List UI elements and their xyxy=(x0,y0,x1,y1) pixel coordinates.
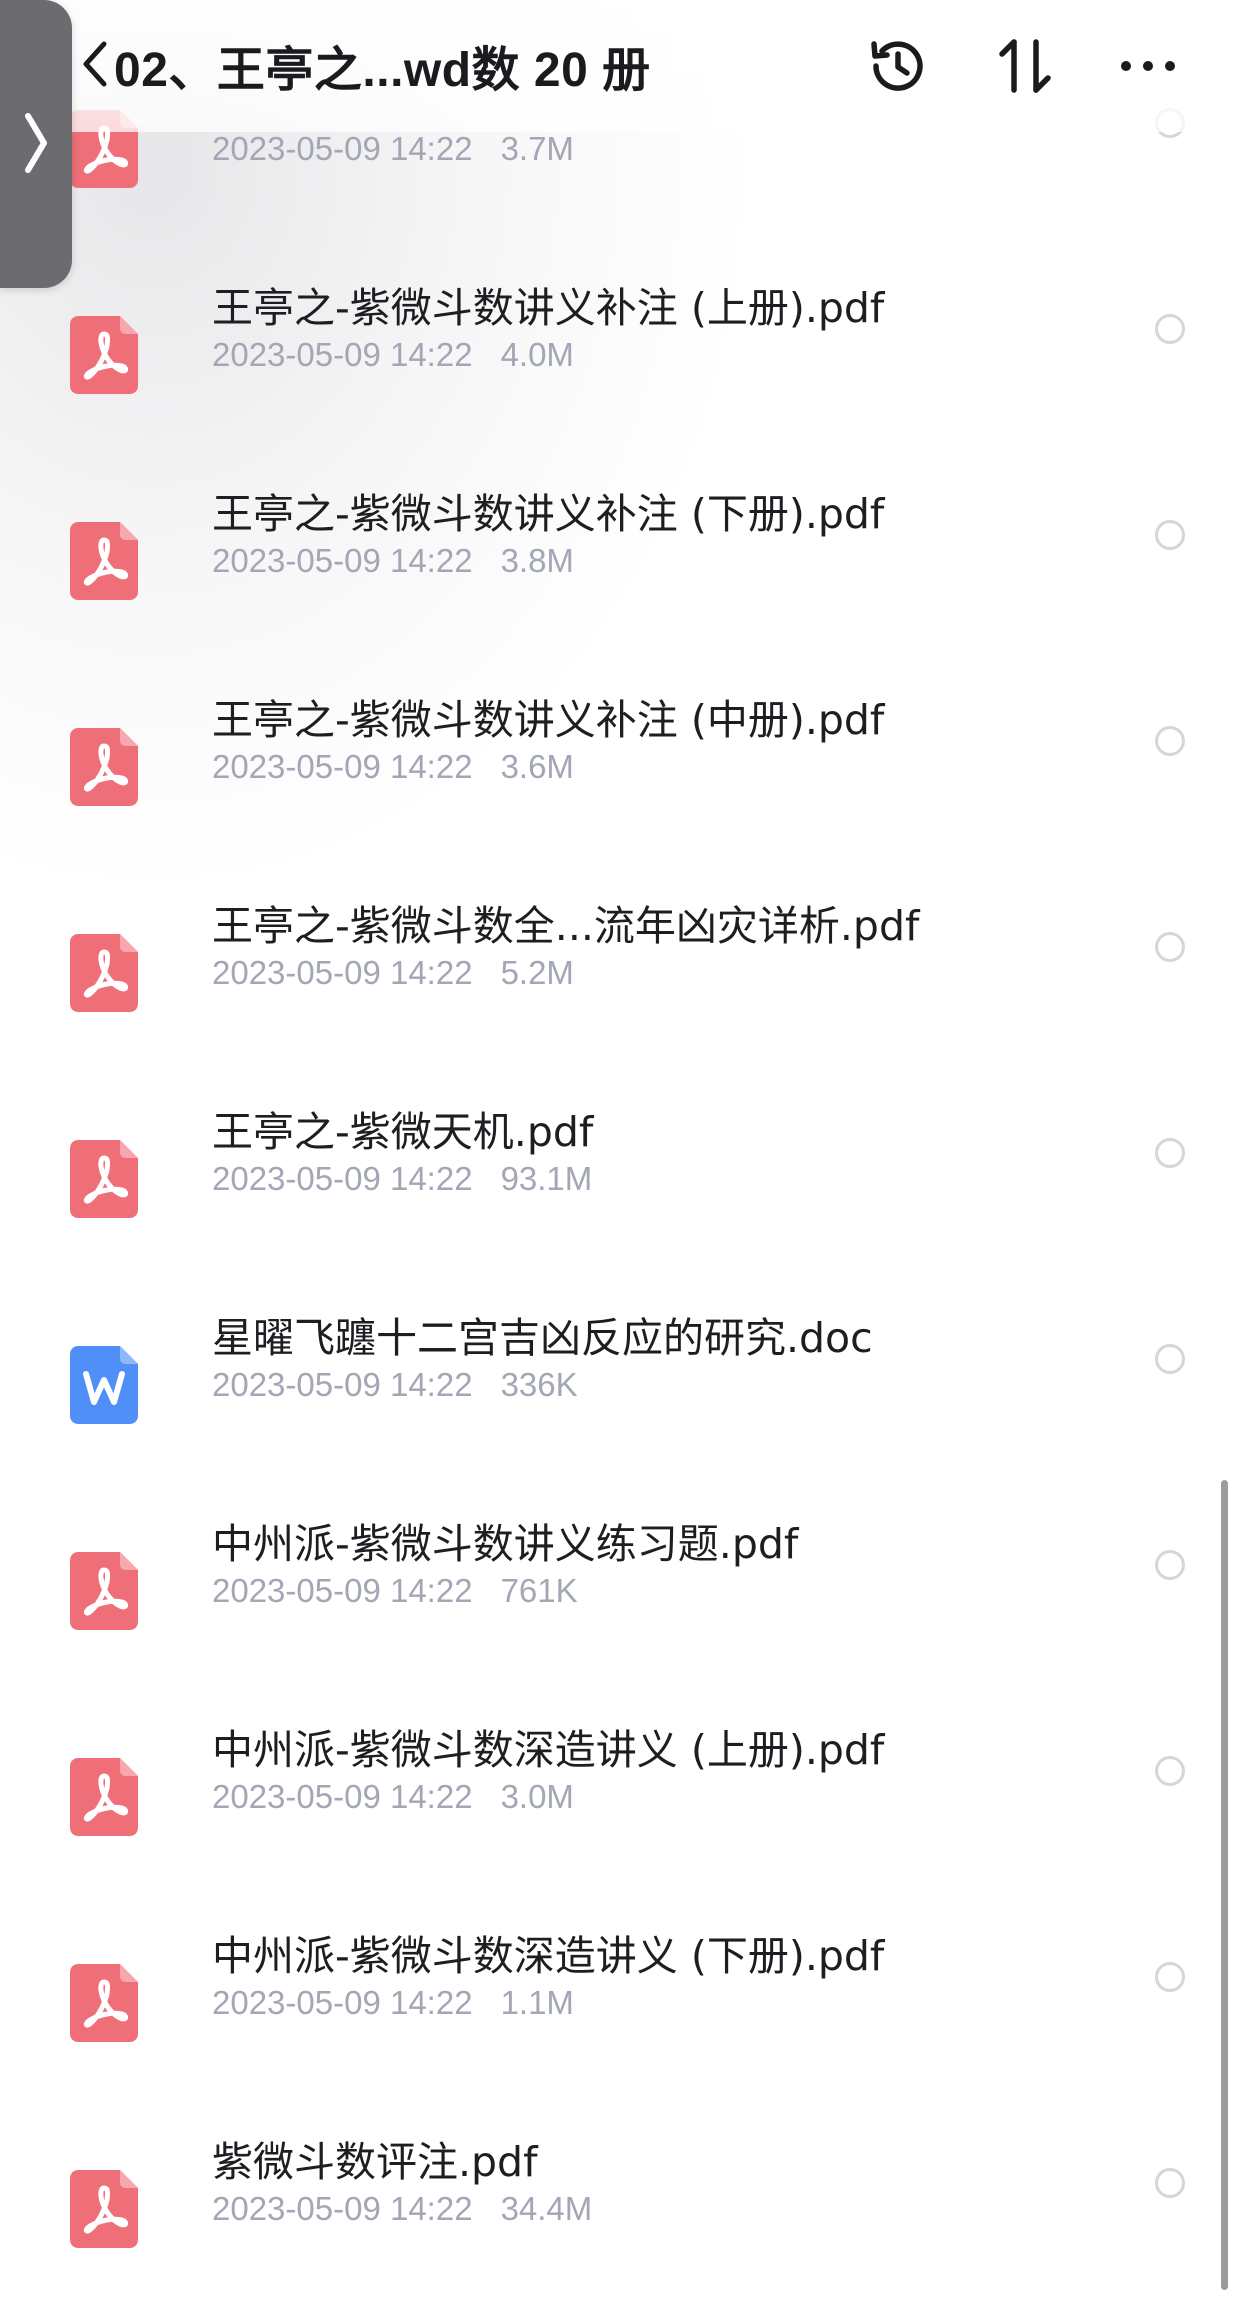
top-bar: 02、王亭之...wd数 20 册 xyxy=(0,0,1242,132)
file-meta: 2023-05-09 14:22 336K xyxy=(212,1366,578,1404)
file-name: 王亭之-紫微天机.pdf xyxy=(212,1108,594,1156)
file-meta: 2023-05-09 14:22 3.8M xyxy=(212,542,574,580)
file-name: 王亭之-紫微斗数全...流年凶灾详析.pdf xyxy=(212,902,920,950)
file-name: 星曜飞躔十二宫吉凶反应的研究.doc xyxy=(212,1314,873,1362)
select-radio[interactable] xyxy=(1155,932,1185,962)
file-date: 2023-05-09 14:22 xyxy=(212,130,473,167)
file-size: 3.7M xyxy=(500,130,574,167)
pdf-file-icon xyxy=(70,1140,138,1218)
file-date: 2023-05-09 14:22 xyxy=(212,1366,473,1403)
file-browser-screen: 2023-05-09 14:22 3.7M 王亭之-紫微斗数讲义补注 (上册).pd… xyxy=(0,0,1242,2304)
side-panel-tab[interactable] xyxy=(0,0,72,288)
pdf-file-icon xyxy=(70,2170,138,2248)
select-radio[interactable] xyxy=(1155,1138,1185,1168)
select-radio[interactable] xyxy=(1155,1550,1185,1580)
file-meta: 2023-05-09 14:22 4.0M xyxy=(212,336,574,374)
file-size: 761K xyxy=(500,1572,578,1609)
back-chevron-icon xyxy=(83,41,107,87)
scrollbar[interactable] xyxy=(1221,1480,1228,2290)
pdf-file-icon xyxy=(70,522,138,600)
file-row[interactable]: 王亭之-紫微天机.pdf 2023-05-09 14:22 93.1M xyxy=(0,1076,1242,1282)
file-size: 1.1M xyxy=(500,1984,574,2021)
file-size: 3.8M xyxy=(500,542,574,579)
select-radio[interactable] xyxy=(1155,726,1185,756)
back-button[interactable] xyxy=(76,34,116,94)
select-radio[interactable] xyxy=(1155,314,1185,344)
file-date: 2023-05-09 14:22 xyxy=(212,336,473,373)
file-row[interactable]: 中州派-紫微斗数深造讲义 (下册).pdf 2023-05-09 14:22 1.1… xyxy=(0,1900,1242,2106)
file-size: 5.2M xyxy=(500,954,574,991)
select-radio[interactable] xyxy=(1155,1344,1185,1374)
history-button[interactable] xyxy=(862,30,934,102)
pdf-file-icon xyxy=(70,1964,138,2042)
file-size: 336K xyxy=(500,1366,578,1403)
page-title: 02、王亭之...wd数 20 册 xyxy=(114,44,651,97)
select-radio[interactable] xyxy=(1155,1756,1185,1786)
more-icon xyxy=(1121,61,1175,71)
pdf-file-icon xyxy=(70,1758,138,1836)
file-meta: 2023-05-09 14:22 1.1M xyxy=(212,1984,574,2022)
file-size: 3.6M xyxy=(500,748,574,785)
file-name: 中州派-紫微斗数深造讲义 (上册).pdf xyxy=(212,1726,885,1774)
file-date: 2023-05-09 14:22 xyxy=(212,2190,473,2227)
file-name: 中州派-紫微斗数深造讲义 (下册).pdf xyxy=(212,1932,885,1980)
file-meta: 2023-05-09 14:22 3.6M xyxy=(212,748,574,786)
select-radio[interactable] xyxy=(1155,1962,1185,1992)
pdf-file-icon xyxy=(70,316,138,394)
sort-button[interactable] xyxy=(990,30,1062,102)
file-date: 2023-05-09 14:22 xyxy=(212,748,473,785)
file-meta: 2023-05-09 14:22 761K xyxy=(212,1572,578,1610)
more-button[interactable] xyxy=(1112,30,1184,102)
file-name: 紫微斗数评注.pdf xyxy=(212,2138,538,2186)
file-meta: 2023-05-09 14:22 3.7M xyxy=(212,130,574,168)
file-meta: 2023-05-09 14:22 34.4M xyxy=(212,2190,592,2228)
word-doc-file-icon xyxy=(70,1346,138,1424)
select-radio[interactable] xyxy=(1155,520,1185,550)
file-row[interactable]: 王亭之-紫微斗数讲义补注 (上册).pdf 2023-05-09 14:22 4.0… xyxy=(0,252,1242,458)
chevron-right-icon xyxy=(25,113,47,173)
file-size: 93.1M xyxy=(500,1160,593,1197)
file-date: 2023-05-09 14:22 xyxy=(212,1984,473,2021)
sort-icon xyxy=(999,39,1051,93)
file-date: 2023-05-09 14:22 xyxy=(212,1160,473,1197)
file-row[interactable]: 星曜飞躔十二宫吉凶反应的研究.doc 2023-05-09 14:22 336K xyxy=(0,1282,1242,1488)
history-icon xyxy=(871,41,923,91)
file-size: 4.0M xyxy=(500,336,574,373)
file-name: 王亭之-紫微斗数讲义补注 (下册).pdf xyxy=(212,490,885,538)
file-size: 3.0M xyxy=(500,1778,574,1815)
file-row[interactable]: 中州派-紫微斗数讲义练习题.pdf 2023-05-09 14:22 761K xyxy=(0,1488,1242,1694)
file-row[interactable]: 中州派-紫微斗数深造讲义 (上册).pdf 2023-05-09 14:22 3.0… xyxy=(0,1694,1242,1900)
pdf-file-icon xyxy=(70,728,138,806)
file-row[interactable]: 王亭之-紫微斗数讲义补注 (中册).pdf 2023-05-09 14:22 3.6… xyxy=(0,664,1242,870)
pdf-file-icon xyxy=(70,934,138,1012)
file-meta: 2023-05-09 14:22 3.0M xyxy=(212,1778,574,1816)
pdf-file-icon xyxy=(70,1552,138,1630)
file-row[interactable]: 王亭之-紫微斗数讲义补注 (下册).pdf 2023-05-09 14:22 3.8… xyxy=(0,458,1242,664)
file-row[interactable]: 王亭之-紫微斗数全...流年凶灾详析.pdf 2023-05-09 14:22 5.… xyxy=(0,870,1242,1076)
file-date: 2023-05-09 14:22 xyxy=(212,954,473,991)
file-name: 中州派-紫微斗数讲义练习题.pdf xyxy=(212,1520,799,1568)
file-date: 2023-05-09 14:22 xyxy=(212,1778,473,1815)
file-size: 34.4M xyxy=(500,2190,593,2227)
file-meta: 2023-05-09 14:22 5.2M xyxy=(212,954,574,992)
select-radio[interactable] xyxy=(1155,2168,1185,2198)
file-meta: 2023-05-09 14:22 93.1M xyxy=(212,1160,592,1198)
file-date: 2023-05-09 14:22 xyxy=(212,1572,473,1609)
file-row[interactable]: 紫微斗数评注.pdf 2023-05-09 14:22 34.4M xyxy=(0,2106,1242,2304)
file-name: 王亭之-紫微斗数讲义补注 (中册).pdf xyxy=(212,696,885,744)
file-date: 2023-05-09 14:22 xyxy=(212,542,473,579)
file-name: 王亭之-紫微斗数讲义补注 (上册).pdf xyxy=(212,284,885,332)
